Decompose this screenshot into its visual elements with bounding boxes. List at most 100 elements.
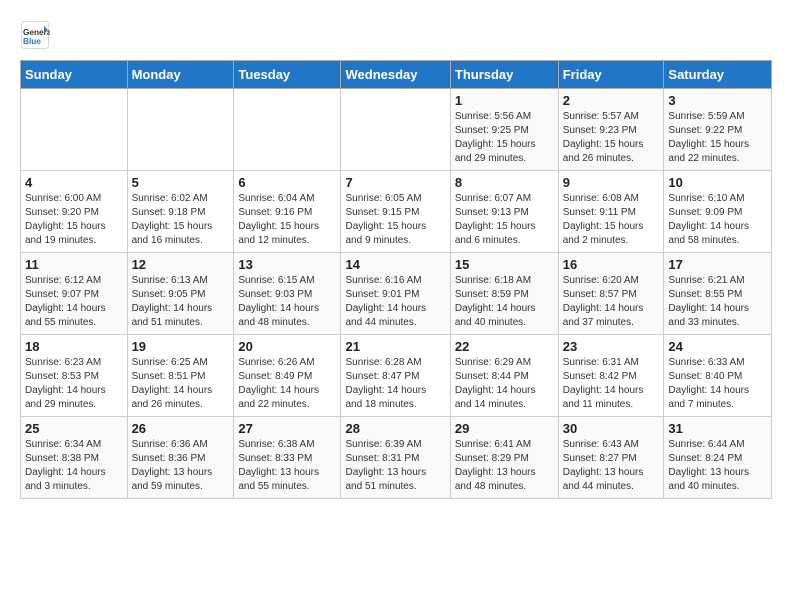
day-number: 18 <box>25 339 123 354</box>
day-cell: 29 Sunrise: 6:41 AM Sunset: 8:29 PM Dayli… <box>450 417 558 499</box>
day-number: 28 <box>345 421 445 436</box>
day-info: Sunrise: 6:07 AM Sunset: 9:13 PM Dayligh… <box>455 192 554 248</box>
day-number: 10 <box>668 175 767 190</box>
day-info: Sunrise: 6:20 AM Sunset: 8:57 PM Dayligh… <box>563 274 660 330</box>
header-tuesday: Tuesday <box>234 61 341 89</box>
week-row-2: 4 Sunrise: 6:00 AM Sunset: 9:20 PM Daylig… <box>21 171 772 253</box>
day-cell: 26 Sunrise: 6:36 AM Sunset: 8:36 PM Dayli… <box>127 417 234 499</box>
day-info: Sunrise: 6:23 AM Sunset: 8:53 PM Dayligh… <box>25 356 123 412</box>
day-cell: 25Sunrise: 6:34 AM Sunset: 8:38 PM Dayli… <box>21 417 128 499</box>
day-number: 30 <box>563 421 660 436</box>
day-number: 16 <box>563 257 660 272</box>
day-info: Sunrise: 5:56 AM Sunset: 9:25 PM Dayligh… <box>455 110 554 166</box>
day-cell: 7 Sunrise: 6:05 AM Sunset: 9:15 PM Daylig… <box>341 171 450 253</box>
svg-text:Blue: Blue <box>23 37 41 46</box>
day-number: 7 <box>345 175 445 190</box>
day-info: Sunrise: 6:21 AM Sunset: 8:55 PM Dayligh… <box>668 274 767 330</box>
week-row-1: 1Sunrise: 5:56 AM Sunset: 9:25 PM Daylig… <box>21 89 772 171</box>
day-info: Sunrise: 6:04 AM Sunset: 9:16 PM Dayligh… <box>238 192 336 248</box>
week-row-5: 25Sunrise: 6:34 AM Sunset: 8:38 PM Dayli… <box>21 417 772 499</box>
day-number: 22 <box>455 339 554 354</box>
day-info: Sunrise: 6:38 AM Sunset: 8:33 PM Dayligh… <box>238 438 336 494</box>
day-number: 13 <box>238 257 336 272</box>
day-cell: 18 Sunrise: 6:23 AM Sunset: 8:53 PM Dayli… <box>21 335 128 417</box>
day-cell <box>127 89 234 171</box>
day-number: 4 <box>25 175 123 190</box>
day-number: 26 <box>132 421 230 436</box>
day-number: 29 <box>455 421 554 436</box>
day-info: Sunrise: 6:41 AM Sunset: 8:29 PM Dayligh… <box>455 438 554 494</box>
day-cell: 27 Sunrise: 6:38 AM Sunset: 8:33 PM Dayli… <box>234 417 341 499</box>
day-cell: 17 Sunrise: 6:21 AM Sunset: 8:55 PM Dayli… <box>664 253 772 335</box>
day-number: 19 <box>132 339 230 354</box>
day-info: Sunrise: 6:02 AM Sunset: 9:18 PM Dayligh… <box>132 192 230 248</box>
day-cell: 5 Sunrise: 6:02 AM Sunset: 9:18 PM Daylig… <box>127 171 234 253</box>
day-info: Sunrise: 6:33 AM Sunset: 8:40 PM Dayligh… <box>668 356 767 412</box>
day-info: Sunrise: 6:10 AM Sunset: 9:09 PM Dayligh… <box>668 192 767 248</box>
day-cell: 12Sunrise: 6:13 AM Sunset: 9:05 PM Dayli… <box>127 253 234 335</box>
calendar-table: SundayMondayTuesdayWednesdayThursdayFrid… <box>20 60 772 499</box>
day-info: Sunrise: 6:26 AM Sunset: 8:49 PM Dayligh… <box>238 356 336 412</box>
day-cell: 28 Sunrise: 6:39 AM Sunset: 8:31 PM Dayli… <box>341 417 450 499</box>
day-number: 25 <box>25 421 123 436</box>
day-number: 11 <box>25 257 123 272</box>
day-number: 8 <box>455 175 554 190</box>
day-cell: 8 Sunrise: 6:07 AM Sunset: 9:13 PM Daylig… <box>450 171 558 253</box>
day-cell: 14Sunrise: 6:16 AM Sunset: 9:01 PM Dayli… <box>341 253 450 335</box>
day-info: Sunrise: 6:36 AM Sunset: 8:36 PM Dayligh… <box>132 438 230 494</box>
day-number: 17 <box>668 257 767 272</box>
day-cell: 23Sunrise: 6:31 AM Sunset: 8:42 PM Dayli… <box>558 335 664 417</box>
day-cell: 13 Sunrise: 6:15 AM Sunset: 9:03 PM Dayli… <box>234 253 341 335</box>
header-saturday: Saturday <box>664 61 772 89</box>
day-number: 20 <box>238 339 336 354</box>
day-number: 27 <box>238 421 336 436</box>
day-number: 6 <box>238 175 336 190</box>
day-info: Sunrise: 6:29 AM Sunset: 8:44 PM Dayligh… <box>455 356 554 412</box>
day-number: 2 <box>563 93 660 108</box>
day-cell <box>21 89 128 171</box>
day-info: Sunrise: 6:28 AM Sunset: 8:47 PM Dayligh… <box>345 356 445 412</box>
day-cell: 16 Sunrise: 6:20 AM Sunset: 8:57 PM Dayli… <box>558 253 664 335</box>
day-cell: 6 Sunrise: 6:04 AM Sunset: 9:16 PM Daylig… <box>234 171 341 253</box>
day-info: Sunrise: 6:25 AM Sunset: 8:51 PM Dayligh… <box>132 356 230 412</box>
day-info: Sunrise: 6:15 AM Sunset: 9:03 PM Dayligh… <box>238 274 336 330</box>
header-friday: Friday <box>558 61 664 89</box>
day-cell: 2Sunrise: 5:57 AM Sunset: 9:23 PM Daylig… <box>558 89 664 171</box>
day-number: 5 <box>132 175 230 190</box>
day-info: Sunrise: 6:05 AM Sunset: 9:15 PM Dayligh… <box>345 192 445 248</box>
day-number: 24 <box>668 339 767 354</box>
logo-icon: General Blue <box>20 20 50 50</box>
day-cell: 10 Sunrise: 6:10 AM Sunset: 9:09 PM Dayli… <box>664 171 772 253</box>
day-number: 9 <box>563 175 660 190</box>
day-number: 15 <box>455 257 554 272</box>
day-info: Sunrise: 6:08 AM Sunset: 9:11 PM Dayligh… <box>563 192 660 248</box>
day-cell: 21 Sunrise: 6:28 AM Sunset: 8:47 PM Dayli… <box>341 335 450 417</box>
day-cell: 22 Sunrise: 6:29 AM Sunset: 8:44 PM Dayli… <box>450 335 558 417</box>
day-cell: 4 Sunrise: 6:00 AM Sunset: 9:20 PM Daylig… <box>21 171 128 253</box>
day-info: Sunrise: 5:59 AM Sunset: 9:22 PM Dayligh… <box>668 110 767 166</box>
days-header-row: SundayMondayTuesdayWednesdayThursdayFrid… <box>21 61 772 89</box>
day-cell: 9 Sunrise: 6:08 AM Sunset: 9:11 PM Daylig… <box>558 171 664 253</box>
header-sunday: Sunday <box>21 61 128 89</box>
day-info: Sunrise: 6:00 AM Sunset: 9:20 PM Dayligh… <box>25 192 123 248</box>
day-cell: 20 Sunrise: 6:26 AM Sunset: 8:49 PM Dayli… <box>234 335 341 417</box>
day-cell: 1Sunrise: 5:56 AM Sunset: 9:25 PM Daylig… <box>450 89 558 171</box>
logo: General Blue <box>20 20 54 50</box>
page-header: General Blue <box>20 20 772 50</box>
day-cell: 15 Sunrise: 6:18 AM Sunset: 8:59 PM Dayli… <box>450 253 558 335</box>
header-thursday: Thursday <box>450 61 558 89</box>
day-number: 23 <box>563 339 660 354</box>
day-number: 14 <box>345 257 445 272</box>
day-info: Sunrise: 6:43 AM Sunset: 8:27 PM Dayligh… <box>563 438 660 494</box>
day-cell: 30 Sunrise: 6:43 AM Sunset: 8:27 PM Dayli… <box>558 417 664 499</box>
day-cell: 11 Sunrise: 6:12 AM Sunset: 9:07 PM Dayli… <box>21 253 128 335</box>
day-info: Sunrise: 6:12 AM Sunset: 9:07 PM Dayligh… <box>25 274 123 330</box>
week-row-3: 11 Sunrise: 6:12 AM Sunset: 9:07 PM Dayli… <box>21 253 772 335</box>
day-info: Sunrise: 6:13 AM Sunset: 9:05 PM Dayligh… <box>132 274 230 330</box>
day-cell: 3Sunrise: 5:59 AM Sunset: 9:22 PM Daylig… <box>664 89 772 171</box>
day-number: 21 <box>345 339 445 354</box>
day-cell: 24 Sunrise: 6:33 AM Sunset: 8:40 PM Dayli… <box>664 335 772 417</box>
day-info: Sunrise: 6:18 AM Sunset: 8:59 PM Dayligh… <box>455 274 554 330</box>
day-cell <box>341 89 450 171</box>
day-info: Sunrise: 6:39 AM Sunset: 8:31 PM Dayligh… <box>345 438 445 494</box>
